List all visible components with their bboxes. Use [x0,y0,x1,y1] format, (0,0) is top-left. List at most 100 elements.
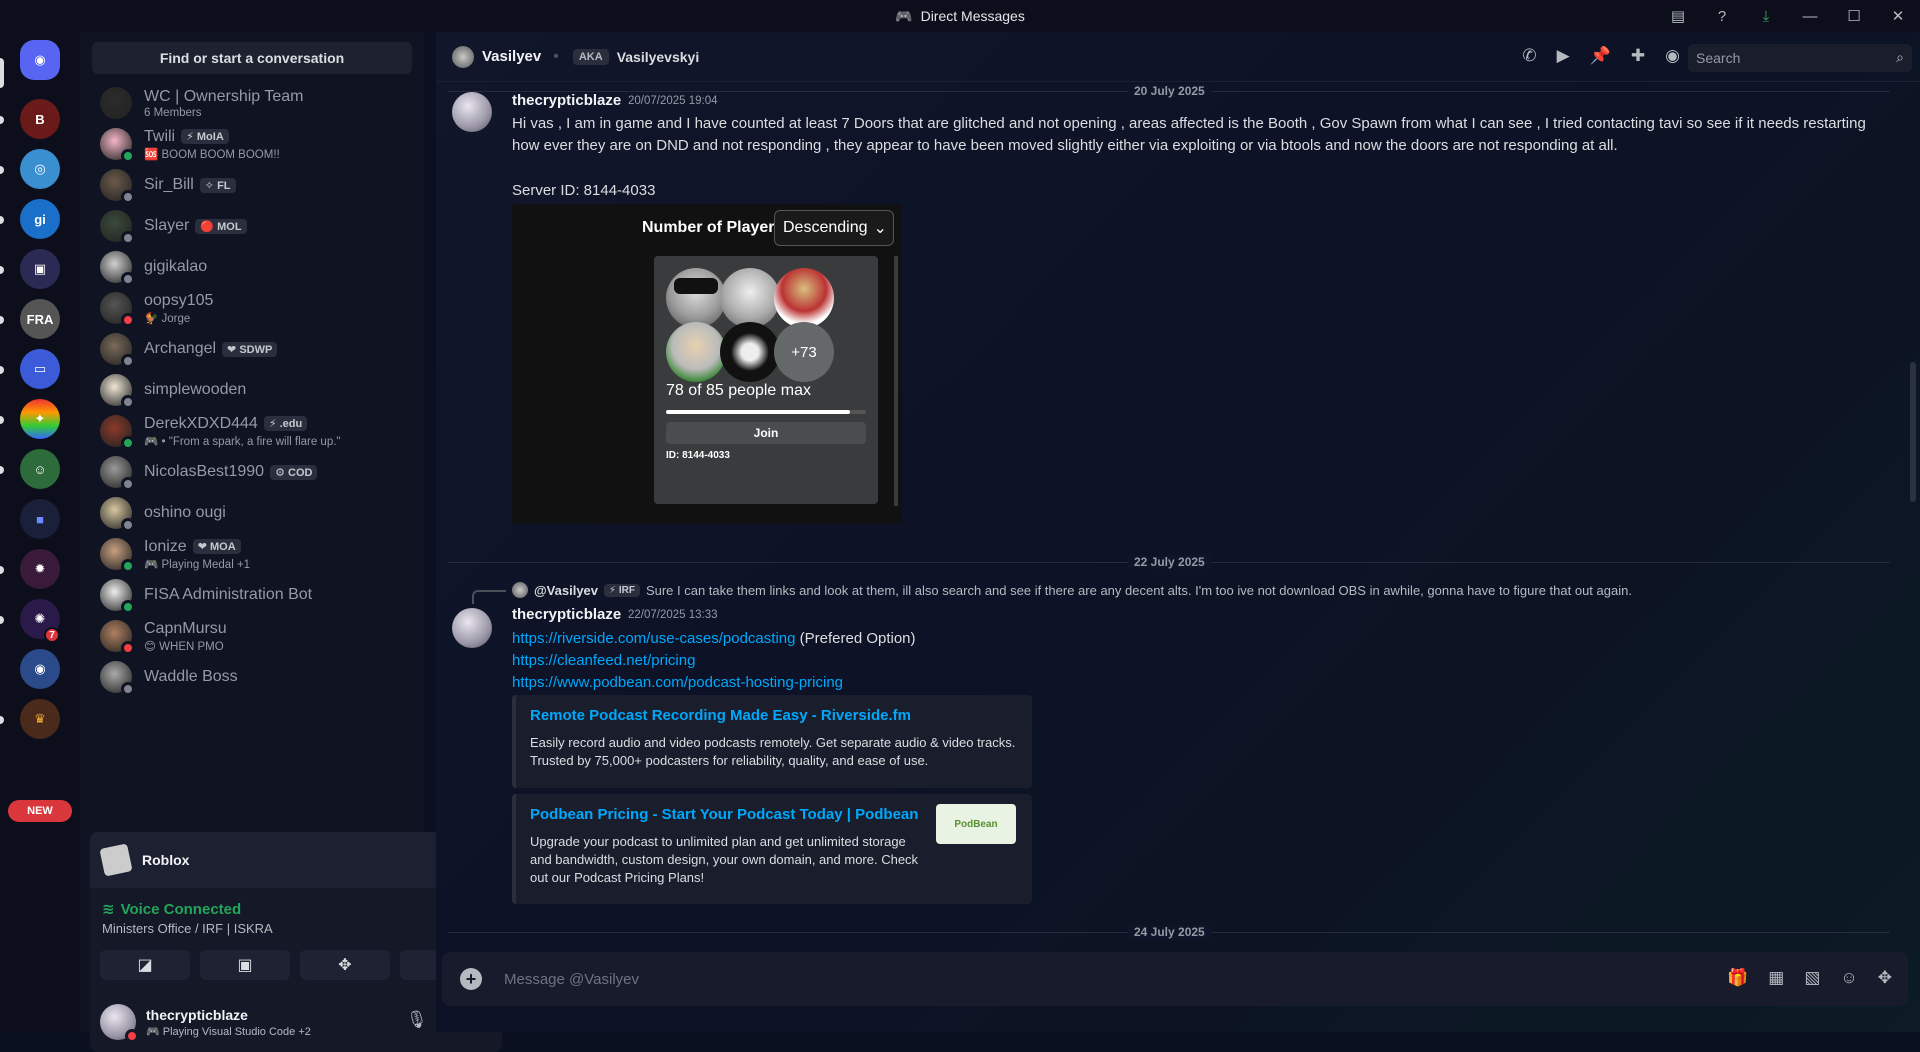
reply-author[interactable]: @Vasilyev [534,583,598,598]
dm-name: oopsy105 [144,291,214,309]
avatar [100,374,135,409]
chat-area: Vasilyev • AKA Vasilyevskyi ✆ ▶ 📌 ✚ ◉ Se… [436,32,1920,1032]
message-input[interactable]: Message @Vasilyev [504,971,639,988]
server-icon[interactable]: gi [20,199,60,239]
dm-name: Ionize [144,537,187,555]
attached-screenshot[interactable]: Number of Players Descending ⌄ +73 78 of … [512,204,902,524]
server-icon[interactable]: ▣ [20,249,60,289]
signal-icon: ≋ [102,901,115,918]
sticker-icon[interactable]: ▧ [1804,968,1820,988]
user-profile-icon[interactable]: ◉ [1665,46,1680,66]
video-call-icon[interactable]: ▶ [1557,46,1570,66]
apps-icon[interactable]: ✥ [1878,968,1892,988]
reply-text: Sure I can take them links and look at t… [645,582,1632,598]
embed-title[interactable]: Remote Podcast Recording Made Easy - Riv… [530,707,1018,724]
avatar [100,1004,139,1043]
avatar[interactable] [452,92,492,132]
unread-pill [0,616,4,624]
chevron-down-icon: ⌄ [873,220,887,237]
unread-pill [0,566,4,574]
server-tag: 🔴 MOL [195,218,247,234]
find-conversation-button[interactable]: Find or start a conversation [92,42,412,74]
unread-pill [0,166,4,174]
server-tag: ❤ MOA [192,539,241,554]
player-count: 78 of 85 people max [666,382,811,399]
search-icon: ⌕ [1896,49,1904,65]
message-composer[interactable]: + Message @Vasilyev 🎁 ▦ ▧ ☺ ✥ [442,952,1908,1006]
minimize-button[interactable]: — [1788,0,1832,32]
activities-button[interactable]: ✥ [300,950,390,980]
add-attachment-icon[interactable]: + [460,968,482,990]
inbox-icon[interactable]: ▤ [1656,0,1700,32]
player-avatar [774,268,834,328]
date-label: 22 July 2025 [1128,555,1211,569]
server-tag: ⚙ COD [270,464,318,480]
embed-thumbnail[interactable]: PodBean [936,804,1016,844]
player-avatar [666,322,726,382]
screen-share-button[interactable]: ▣ [200,950,290,980]
embed-title[interactable]: Podbean Pricing - Start Your Podcast Tod… [530,806,922,823]
separator: • [553,47,559,65]
unread-pill [0,366,4,374]
server-card: +73 78 of 85 people max Join ID: 8144-40… [654,256,878,504]
reply-preview[interactable]: @Vasilyev ⚡ IRF Sure I can take them lin… [512,582,1632,598]
player-avatar [720,268,780,328]
server-icon[interactable]: ◎ [20,149,60,189]
voice-call-icon[interactable]: ✆ [1522,46,1536,66]
server-icon[interactable]: ☺ [20,449,60,489]
link-podbean[interactable]: https://www.podbean.com/podcast-hosting-… [512,674,843,691]
message-author[interactable]: thecrypticblaze [512,606,621,623]
dm-subtext: 🎮 Playing Medal +1 [144,558,251,571]
mention-badge: 7 [44,627,60,643]
maximize-button[interactable]: ☐ [1832,0,1876,32]
chat-recipient-name[interactable]: Vasilyev [482,48,541,65]
home-button[interactable]: ◉ [20,40,60,80]
search-input[interactable]: Search ⌕ [1688,44,1912,72]
player-avatar [720,322,780,382]
voice-status: ≋ Voice Connected Ministers Office / IRF … [102,900,273,937]
server-icon[interactable]: B [20,99,60,139]
server-rail: ◉ B ◎ gi ▣ FRA ▭ ✦ ☺ ■ ✹ ✺ 7 ◉ ♛ NEW [0,32,80,1032]
server-icon[interactable]: ♛ [20,699,60,739]
folder-icon[interactable]: ■ [20,499,60,539]
help-icon[interactable]: ? [1700,0,1744,32]
server-icon[interactable]: ✹ [20,549,60,589]
gif-icon[interactable]: ▦ [1768,968,1784,988]
pin-icon[interactable]: 📌 [1590,46,1611,66]
voice-channel-label[interactable]: Ministers Office / IRF | ISKRA [102,921,273,936]
message-author[interactable]: thecrypticblaze [512,92,621,109]
download-icon[interactable]: ⤓ [1744,0,1788,32]
dm-subtext: 🐓 Jorge [144,312,191,325]
link-riverside[interactable]: https://riverside.com/use-cases/podcasti… [512,630,795,647]
chat-header: Vasilyev • AKA Vasilyevskyi ✆ ▶ 📌 ✚ ◉ Se… [436,32,1920,82]
scrollbar-thumb[interactable] [1910,362,1916,502]
server-id-label: ID: 8144-4033 [666,450,730,461]
server-icon[interactable]: FRA [20,299,60,339]
server-icon[interactable]: ✦ [20,399,60,439]
dm-item[interactable]: Waddle Boss [88,652,416,702]
emoji-icon[interactable]: ☺ [1840,968,1857,988]
gift-icon[interactable]: 🎁 [1727,968,1748,988]
capacity-fill [666,410,850,414]
add-friends-icon[interactable]: ✚ [1631,46,1645,66]
camera-off-button[interactable]: ◪ [100,950,190,980]
server-icon[interactable]: ◉ [20,649,60,689]
microphone-icon[interactable]: 🎙 [406,1010,428,1030]
dm-name: oshino ougi [144,504,226,521]
dm-name: Slayer [144,217,190,234]
server-icon[interactable]: ▭ [20,349,60,389]
new-unreads-badge[interactable]: NEW [8,800,72,822]
avatar[interactable] [452,608,492,648]
dm-name: gigikalao [144,258,208,275]
avatar [100,210,135,245]
sort-dropdown: Descending ⌄ [774,210,894,246]
voice-connected-label[interactable]: Voice Connected [121,901,242,918]
roblox-icon [99,843,133,877]
avatar [100,415,135,450]
close-button[interactable]: ✕ [1876,0,1920,32]
dm-name: WC | Ownership Team [144,87,304,105]
dm-name: CapnMursu [144,619,227,637]
link-cleanfeed[interactable]: https://cleanfeed.net/pricing [512,652,695,669]
unread-pill [0,416,4,424]
dm-name: DerekXDXD444 [144,414,258,432]
